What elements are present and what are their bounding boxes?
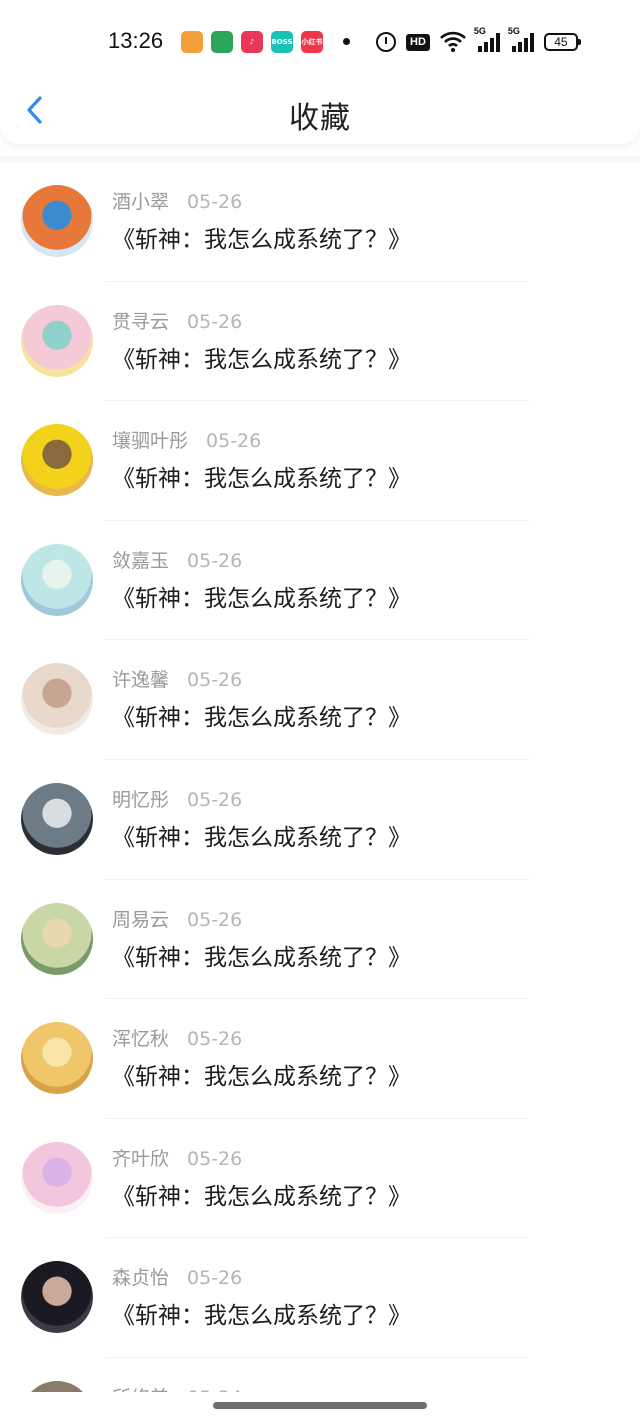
avatar[interactable] [21, 663, 93, 736]
favorite-date: 05-26 [187, 1267, 243, 1290]
system-icons: HD 5G 5G 45 [376, 26, 581, 55]
favorite-list-item[interactable]: 浑忆秋 05-26 《斩神：我怎么成系统了？》 [0, 999, 640, 1119]
author-line: 敛嘉玉 05-26 [112, 546, 242, 573]
status-time: 13:26 [108, 28, 164, 53]
home-indicator[interactable] [213, 1402, 427, 1409]
favorite-list-item[interactable]: 敛嘉玉 05-26 《斩神：我怎么成系统了？》 [0, 521, 640, 641]
author-name: 齐叶欣 [112, 1147, 170, 1170]
author-name: 明忆彤 [112, 788, 170, 811]
favorite-date: 05-26 [187, 669, 243, 692]
favorite-list-item[interactable]: 贯寻云 05-26 《斩神：我怎么成系统了？》 [0, 282, 640, 402]
author-line: 周易云 05-26 [112, 905, 242, 932]
book-title[interactable]: 《斩神：我怎么成系统了？》 [112, 1057, 411, 1091]
favorite-date: 05-26 [187, 1147, 243, 1170]
favorite-date: 05-26 [187, 908, 243, 931]
signal-icon-sim1: 5G [474, 26, 500, 52]
app-icon-4: BOSS [271, 31, 293, 53]
author-line: 许逸馨 05-26 [112, 665, 242, 692]
author-name: 浑忆秋 [112, 1028, 170, 1051]
author-line: 贯寻云 05-26 [112, 307, 242, 334]
favorite-list-item[interactable]: 酒小翠 05-26 《斩神：我怎么成系统了？》 [0, 162, 640, 282]
favorites-list[interactable]: 酒小翠 05-26 《斩神：我怎么成系统了？》 贯寻云 05-26 《斩神：我怎么成系统了… [0, 156, 640, 1392]
battery-icon: 45 [543, 33, 581, 51]
favorite-date: 05-26 [187, 549, 243, 572]
battery-level: 45 [554, 35, 568, 49]
avatar[interactable] [21, 1022, 93, 1095]
favorite-list-item[interactable]: 周易云 05-26 《斩神：我怎么成系统了？》 [0, 880, 640, 1000]
favorite-date: 05-24 [187, 1387, 242, 1392]
author-line: 壤驷叶彤 05-26 [112, 426, 261, 453]
status-bar: 13:26 ♪ BOSS 小红书 HD 5G 5G 45 [0, 0, 640, 80]
app-icon-1 [181, 31, 203, 53]
avatar[interactable] [21, 1261, 93, 1334]
app-icon-2 [211, 31, 233, 53]
app-icon-3: ♪ [241, 31, 263, 53]
author-line: 浑忆秋 05-26 [112, 1024, 242, 1051]
author-line: 齐叶欣 05-26 [112, 1144, 242, 1171]
hd-voice-icon: HD [406, 33, 430, 51]
alarm-icon [376, 32, 396, 52]
favorite-list-item[interactable]: 齐叶欣 05-26 《斩神：我怎么成系统了？》 [0, 1119, 640, 1239]
author-name: 周易云 [112, 908, 170, 931]
avatar[interactable] [21, 304, 93, 377]
favorite-date: 05-26 [187, 1028, 243, 1051]
author-line: 森贞怡 05-26 [112, 1263, 242, 1290]
favorite-list-item[interactable]: 明忆彤 05-26 《斩神：我怎么成系统了？》 [0, 760, 640, 880]
author-name: 森贞怡 [112, 1267, 170, 1290]
favorite-list-item[interactable]: 许逸馨 05-26 《斩神：我怎么成系统了？》 [0, 640, 640, 760]
wifi-icon [439, 31, 466, 52]
more-notifications-dot [343, 38, 350, 45]
book-title[interactable]: 《斩神：我怎么成系统了？》 [112, 938, 411, 972]
favorite-list-item[interactable]: 所修美 05-24 [0, 1358, 640, 1392]
author-name: 壤驷叶彤 [112, 430, 189, 453]
notification-app-icons: ♪ BOSS 小红书 [181, 31, 323, 53]
avatar[interactable] [21, 543, 93, 616]
avatar[interactable] [21, 902, 93, 975]
app-icon-5: 小红书 [301, 31, 323, 53]
author-name: 敛嘉玉 [112, 549, 170, 572]
author-name: 所修美 [112, 1387, 169, 1392]
favorite-date: 05-26 [187, 191, 243, 213]
book-title[interactable]: 《斩神：我怎么成系统了？》 [112, 579, 411, 613]
avatar[interactable] [21, 1141, 93, 1214]
favorite-date: 05-26 [187, 788, 243, 811]
book-title[interactable]: 《斩神：我怎么成系统了？》 [112, 1296, 411, 1330]
book-title[interactable]: 《斩神：我怎么成系统了？》 [112, 818, 411, 852]
avatar[interactable] [21, 1380, 93, 1392]
book-title[interactable]: 《斩神：我怎么成系统了？》 [112, 220, 411, 254]
author-name: 酒小翠 [112, 191, 170, 213]
book-title[interactable]: 《斩神：我怎么成系统了？》 [112, 459, 411, 493]
favorite-list-item[interactable]: 森贞怡 05-26 《斩神：我怎么成系统了？》 [0, 1238, 640, 1358]
favorite-date: 05-26 [187, 310, 243, 333]
author-name: 贯寻云 [112, 310, 170, 333]
avatar[interactable] [21, 185, 93, 257]
favorite-date: 05-26 [206, 430, 262, 453]
author-name: 许逸馨 [112, 669, 170, 692]
author-line: 所修美 05-24 [112, 1383, 242, 1392]
book-title[interactable]: 《斩神：我怎么成系统了？》 [112, 698, 411, 732]
author-line: 酒小翠 05-26 [112, 187, 242, 214]
favorite-list-item[interactable]: 壤驷叶彤 05-26 《斩神：我怎么成系统了？》 [0, 401, 640, 521]
nav-bar: 收藏 [0, 80, 640, 144]
book-title[interactable]: 《斩神：我怎么成系统了？》 [112, 340, 411, 374]
page-title: 收藏 [289, 101, 351, 136]
author-line: 明忆彤 05-26 [112, 785, 242, 812]
signal-icon-sim2: 5G [508, 26, 534, 52]
avatar[interactable] [21, 424, 93, 497]
avatar[interactable] [21, 782, 93, 855]
book-title[interactable]: 《斩神：我怎么成系统了？》 [112, 1177, 411, 1211]
